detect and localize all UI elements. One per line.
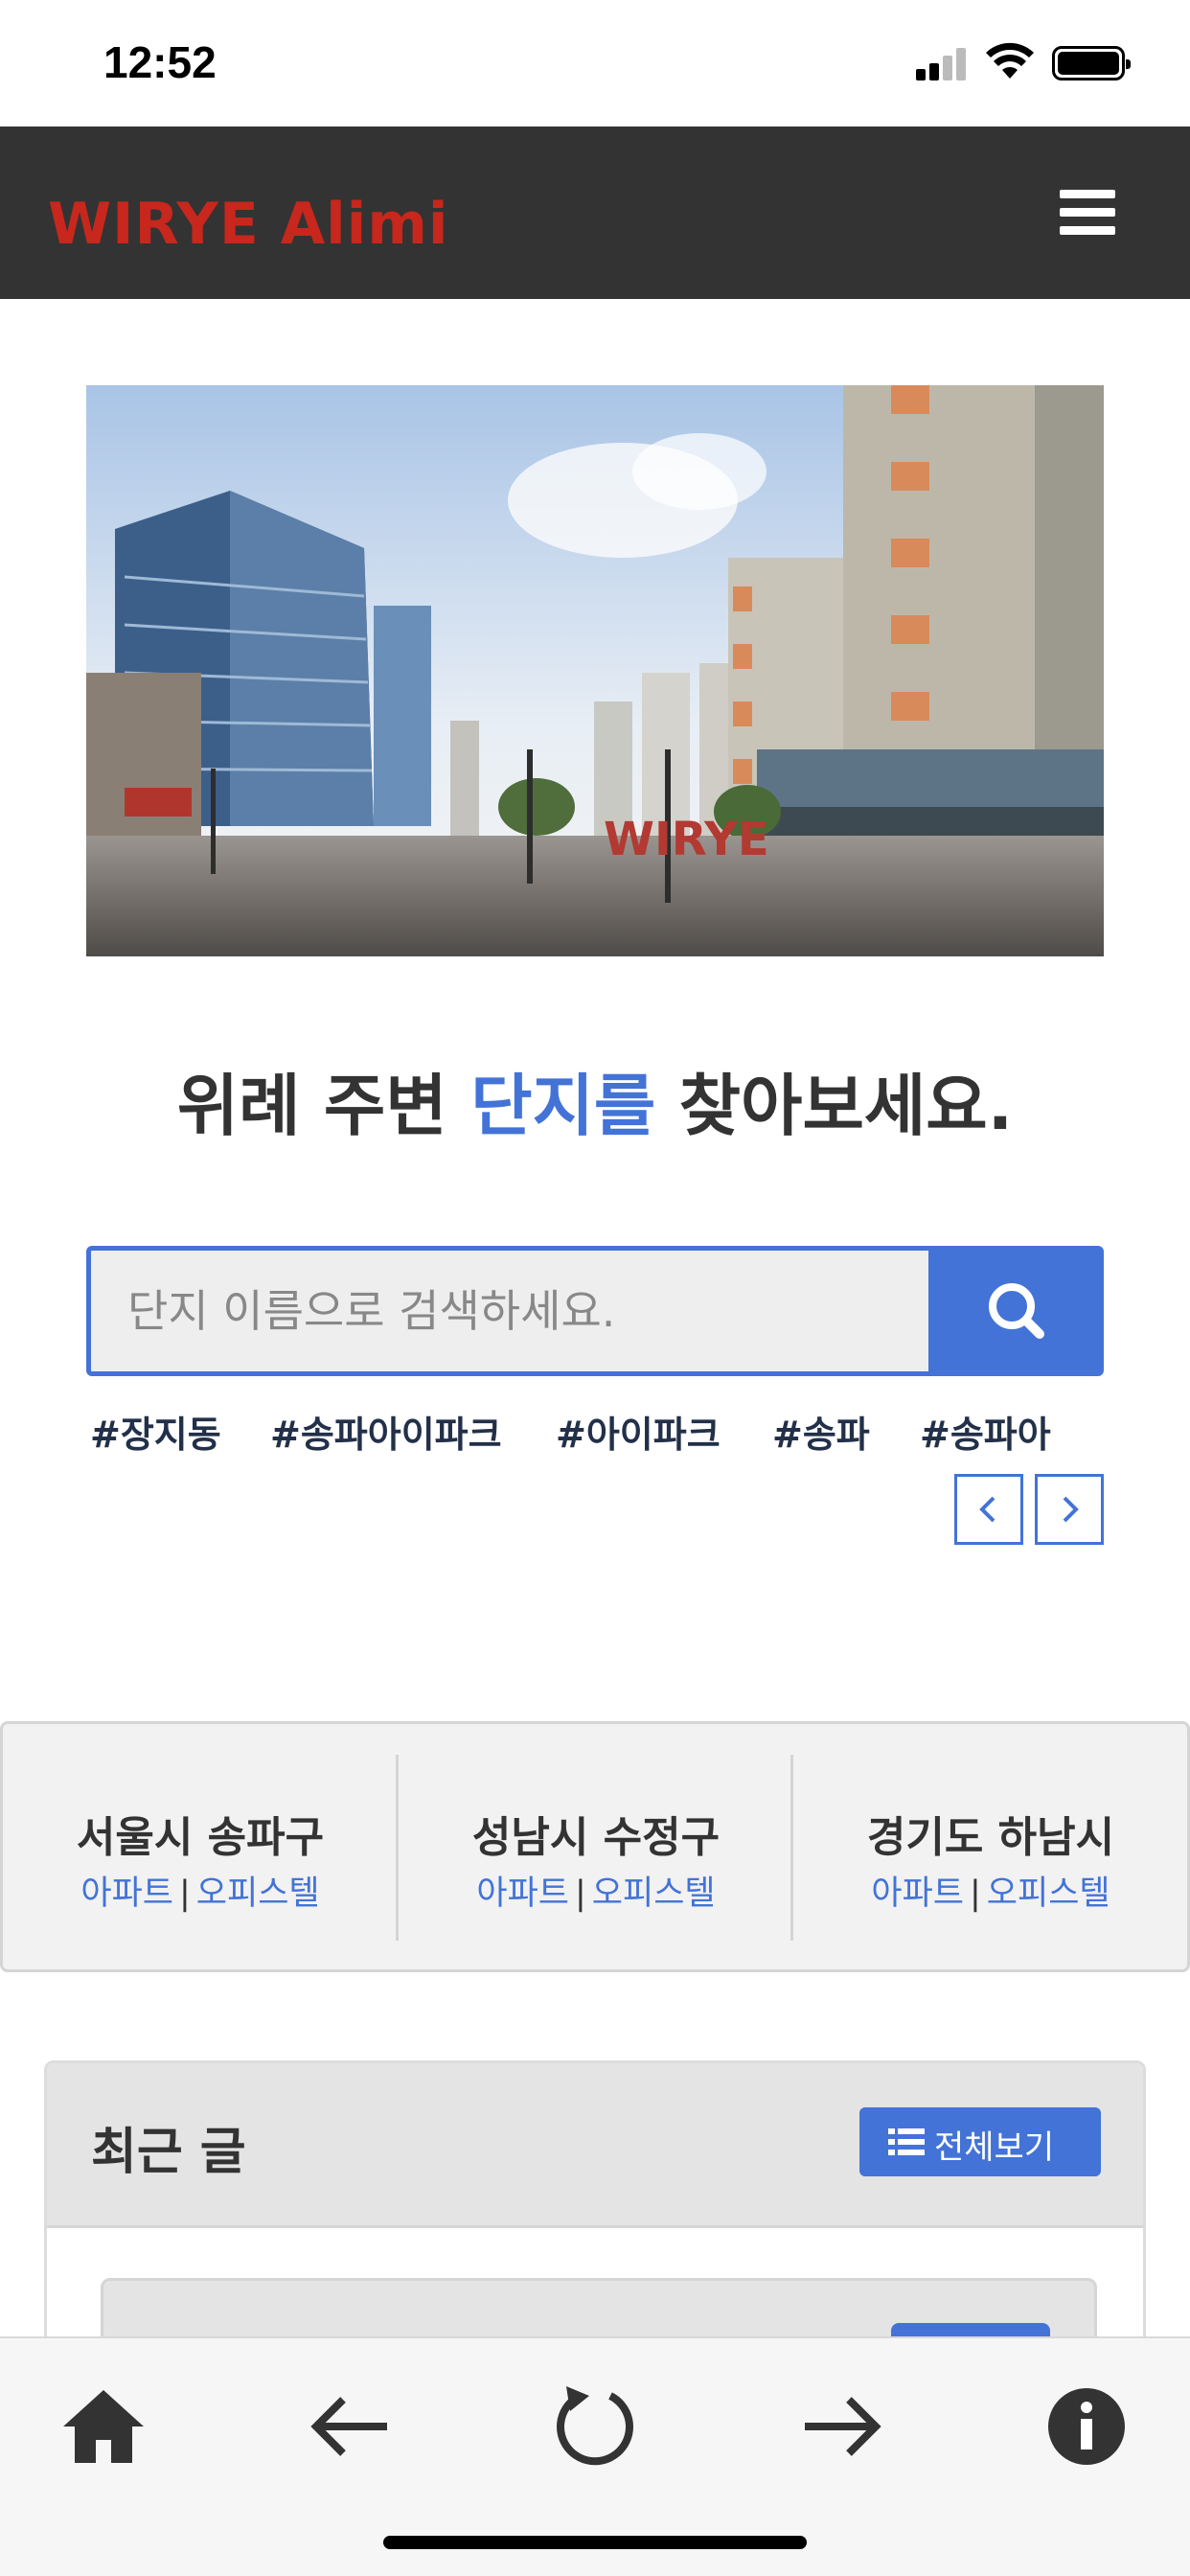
region-name: 경기도 하남시	[866, 1813, 1115, 1862]
brand-logo[interactable]: WIRYE Alimi	[48, 196, 448, 253]
tag-item[interactable]: #장지동	[90, 1405, 221, 1458]
region-office-link[interactable]: 오피스텔	[987, 1874, 1110, 1913]
region-links: 아파트 | 오피스텔	[399, 1866, 793, 1915]
home-button[interactable]	[56, 2379, 151, 2474]
search-input[interactable]	[86, 1246, 933, 1376]
recent-posts-header: 최근 글 전체보기	[47, 2063, 1143, 2228]
region-name: 서울시 송파구	[76, 1813, 325, 1862]
tag-prev-button[interactable]	[954, 1474, 1023, 1545]
status-time: 12:52	[103, 37, 217, 87]
region-office-link[interactable]: 오피스텔	[196, 1874, 320, 1913]
region-links: 아파트 | 오피스텔	[793, 1866, 1188, 1915]
region-apt-link[interactable]: 아파트	[80, 1874, 173, 1913]
headline-prefix: 위례 주변	[176, 1067, 471, 1145]
tag-item[interactable]: #송파아	[920, 1405, 1051, 1458]
search-button[interactable]	[933, 1246, 1104, 1376]
tag-item[interactable]: #아이파크	[556, 1405, 721, 1458]
arrow-left-icon	[310, 2397, 387, 2456]
search-box	[86, 1246, 1104, 1376]
region-sep: |	[575, 1874, 586, 1913]
info-button[interactable]	[1039, 2379, 1134, 2474]
wifi-icon	[986, 42, 1034, 79]
hero-sign: WIRYE	[604, 813, 769, 866]
battery-icon	[1052, 46, 1131, 80]
reload-icon	[557, 2386, 633, 2466]
tag-next-button[interactable]	[1035, 1474, 1104, 1545]
arrow-right-icon	[805, 2397, 881, 2456]
hamburger-menu-icon[interactable]	[1060, 190, 1115, 236]
home-indicator	[383, 2536, 807, 2549]
home-icon	[63, 2390, 144, 2463]
region-apt-link[interactable]: 아파트	[871, 1874, 964, 1913]
cellular-signal-icon	[916, 48, 968, 80]
app-header: WIRYE Alimi	[0, 126, 1190, 299]
status-bar: 12:52	[0, 0, 1190, 126]
region-bar: 서울시 송파구 아파트 | 오피스텔 성남시 수정구 아파트 | 오피스텔 경기도 하남…	[0, 1721, 1190, 1972]
region-hanam: 경기도 하남시 아파트 | 오피스텔	[793, 1724, 1188, 1969]
chevron-right-icon	[1063, 1496, 1079, 1523]
region-sep: |	[970, 1874, 981, 1913]
region-songpa: 서울시 송파구 아파트 | 오피스텔	[3, 1724, 398, 1969]
view-all-label: 전체보기	[934, 2128, 1055, 2167]
forward-button[interactable]	[793, 2379, 889, 2474]
info-icon	[1048, 2388, 1125, 2465]
tag-list: #장지동 #송파아이파크 #아이파크 #송파 #송파아	[90, 1405, 1154, 1462]
region-sep: |	[179, 1874, 191, 1913]
tag-item[interactable]: #송파아이파크	[270, 1405, 502, 1458]
region-name: 성남시 수정구	[471, 1813, 721, 1862]
region-office-link[interactable]: 오피스텔	[592, 1874, 716, 1913]
tag-item[interactable]: #송파	[772, 1405, 870, 1458]
list-icon	[888, 2128, 925, 2155]
recent-posts-title: 최근 글	[91, 2124, 246, 2181]
city-plaza-photo: WIRYE	[86, 385, 1104, 956]
region-links: 아파트 | 오피스텔	[3, 1866, 398, 1915]
headline-accent: 단지를	[470, 1067, 656, 1145]
chevron-left-icon	[979, 1496, 995, 1523]
headline-suffix: 찾아보세요.	[655, 1067, 1014, 1145]
back-button[interactable]	[303, 2379, 399, 2474]
search-icon	[989, 1283, 1044, 1339]
view-all-button[interactable]: 전체보기	[859, 2107, 1101, 2176]
page-headline: 위례 주변 단지를 찾아보세요.	[0, 1052, 1190, 1149]
region-apt-link[interactable]: 아파트	[476, 1874, 569, 1913]
region-sujeong: 성남시 수정구 아파트 | 오피스텔	[399, 1724, 793, 1969]
reload-button[interactable]	[547, 2379, 643, 2474]
hero-image: WIRYE	[86, 385, 1104, 956]
